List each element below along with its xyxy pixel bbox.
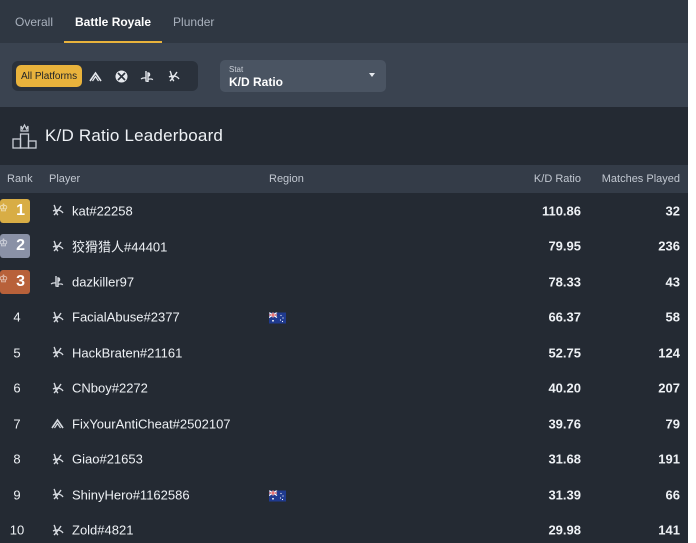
kd-ratio-value: 52.75 — [548, 345, 581, 361]
matches-played-value: 191 — [658, 451, 680, 467]
matches-played-value: 124 — [658, 345, 680, 361]
battlenet-icon — [50, 310, 64, 324]
table-row[interactable]: 6 CNboy#2272 40.20 207 — [0, 371, 688, 407]
battlenet-icon — [50, 239, 64, 253]
filter-bar: All Platforms Stat K/D Ratio — [0, 43, 688, 107]
player-name[interactable]: dazkiller97 — [72, 274, 134, 289]
player-name[interactable]: kat#22258 — [72, 203, 133, 218]
activision-icon — [50, 417, 64, 431]
table-row[interactable]: ♔ 1 kat#22258 110.86 32 — [0, 193, 688, 229]
header-region[interactable]: Region — [269, 173, 304, 185]
battlenet-icon — [50, 488, 64, 502]
leaderboard-rows: ♔ 1 kat#22258 110.86 32 ♔ 2 狡猾猎人#44401 79.95 236 ♔… — [0, 193, 688, 543]
header-matches-played[interactable]: Matches Played — [602, 173, 680, 185]
stat-dropdown-value: K/D Ratio — [229, 75, 283, 89]
kd-ratio-value: 110.86 — [541, 203, 581, 219]
activision-icon[interactable] — [82, 65, 108, 87]
kd-ratio-value: 66.37 — [548, 309, 581, 325]
kd-ratio-value: 78.33 — [548, 274, 581, 290]
rank-number: 6 — [13, 380, 21, 396]
table-row[interactable]: 10 Zold#4821 29.98 141 — [0, 513, 688, 543]
kd-ratio-value: 40.20 — [548, 380, 581, 396]
rank-medal: ♔ 1 — [0, 198, 30, 223]
australia-flag-icon — [268, 489, 286, 502]
page-title: K/D Ratio Leaderboard — [45, 126, 224, 145]
header-kd-ratio[interactable]: K/D Ratio — [534, 173, 581, 185]
australia-flag-icon — [268, 312, 286, 324]
kd-ratio-value: 31.39 — [548, 487, 581, 503]
kd-ratio-value: 29.98 — [548, 522, 581, 538]
table-row[interactable]: ♔ 2 狡猾猎人#44401 79.95 236 — [0, 229, 688, 265]
table-row[interactable]: 8 Giao#21653 31.68 191 — [0, 442, 688, 478]
battlenet-icon — [50, 346, 64, 360]
matches-played-value: 66 — [665, 487, 680, 503]
player-name[interactable]: FacialAbuse#2377 — [72, 310, 180, 325]
rank-number: 2 — [16, 237, 25, 255]
player-name[interactable]: CNboy#2272 — [72, 381, 148, 396]
matches-played-value: 43 — [665, 274, 680, 290]
crown-icon: ♔ — [0, 273, 8, 285]
playstation-icon — [50, 275, 64, 289]
stat-dropdown[interactable]: Stat K/D Ratio — [220, 60, 386, 92]
matches-played-value: 141 — [658, 522, 680, 538]
battlenet-icon[interactable] — [160, 65, 186, 87]
matches-played-value: 79 — [665, 416, 680, 432]
mode-tabs: Overall Battle Royale Plunder — [0, 0, 688, 43]
leaderboard-header: K/D Ratio Leaderboard — [0, 107, 688, 165]
table-row[interactable]: 9 ShinyHero#1162586 31.39 66 — [0, 477, 688, 513]
player-name[interactable]: ShinyHero#1162586 — [72, 487, 190, 502]
player-name[interactable]: 狡猾猎人#44401 — [72, 237, 167, 256]
table-row[interactable]: ♔ 3 dazkiller97 78.33 43 — [0, 264, 688, 300]
playstation-icon[interactable] — [134, 65, 160, 87]
rank-medal: ♔ 2 — [0, 234, 30, 259]
battlenet-icon — [50, 452, 64, 466]
tab-battle-royale[interactable]: Battle Royale — [64, 0, 163, 43]
player-name[interactable]: Zold#4821 — [72, 523, 133, 538]
crown-icon: ♔ — [0, 202, 8, 214]
player-name[interactable]: FixYourAntiCheat#2502107 — [72, 416, 231, 431]
rank-number: 5 — [13, 345, 21, 361]
matches-played-value: 58 — [665, 309, 680, 325]
table-row[interactable]: 7 FixYourAntiCheat#2502107 39.76 79 — [0, 406, 688, 442]
rank-number: 1 — [16, 201, 25, 219]
rank-number: 4 — [13, 309, 21, 325]
tab-overall[interactable]: Overall — [4, 0, 64, 43]
matches-played-value: 236 — [658, 238, 680, 254]
chevron-down-icon — [369, 73, 375, 77]
battlenet-icon — [50, 381, 64, 395]
matches-played-value: 32 — [665, 203, 680, 219]
header-player[interactable]: Player — [49, 173, 80, 185]
platform-filter: All Platforms — [12, 61, 198, 91]
rank-number: 10 — [9, 522, 25, 538]
leaderboard-panel: Overall Battle Royale Plunder All Platfo… — [0, 0, 688, 543]
crown-icon: ♔ — [0, 238, 8, 250]
rank-number: 3 — [16, 272, 25, 290]
tab-plunder[interactable]: Plunder — [162, 0, 225, 43]
all-platforms-button[interactable]: All Platforms — [16, 65, 83, 87]
podium-icon — [12, 123, 37, 149]
table-row[interactable]: 4 FacialAbuse#2377 66.37 58 — [0, 300, 688, 336]
header-rank[interactable]: Rank — [7, 173, 33, 185]
rank-medal: ♔ 3 — [0, 269, 30, 294]
battlenet-icon — [50, 523, 64, 537]
table-row[interactable]: 5 HackBraten#21161 52.75 124 — [0, 335, 688, 371]
matches-played-value: 207 — [658, 380, 680, 396]
battlenet-icon — [50, 204, 64, 218]
kd-ratio-value: 31.68 — [548, 451, 581, 467]
player-name[interactable]: HackBraten#21161 — [72, 345, 182, 360]
xbox-icon[interactable] — [108, 65, 134, 87]
stat-dropdown-label: Stat — [229, 65, 244, 74]
rank-number: 7 — [13, 416, 21, 432]
rank-number: 8 — [13, 451, 21, 467]
kd-ratio-value: 39.76 — [548, 416, 581, 432]
player-name[interactable]: Giao#21653 — [72, 452, 143, 467]
rank-number: 9 — [13, 487, 21, 503]
kd-ratio-value: 79.95 — [548, 238, 581, 254]
table-header: Rank Player Region K/D Ratio Matches Pla… — [0, 165, 688, 193]
